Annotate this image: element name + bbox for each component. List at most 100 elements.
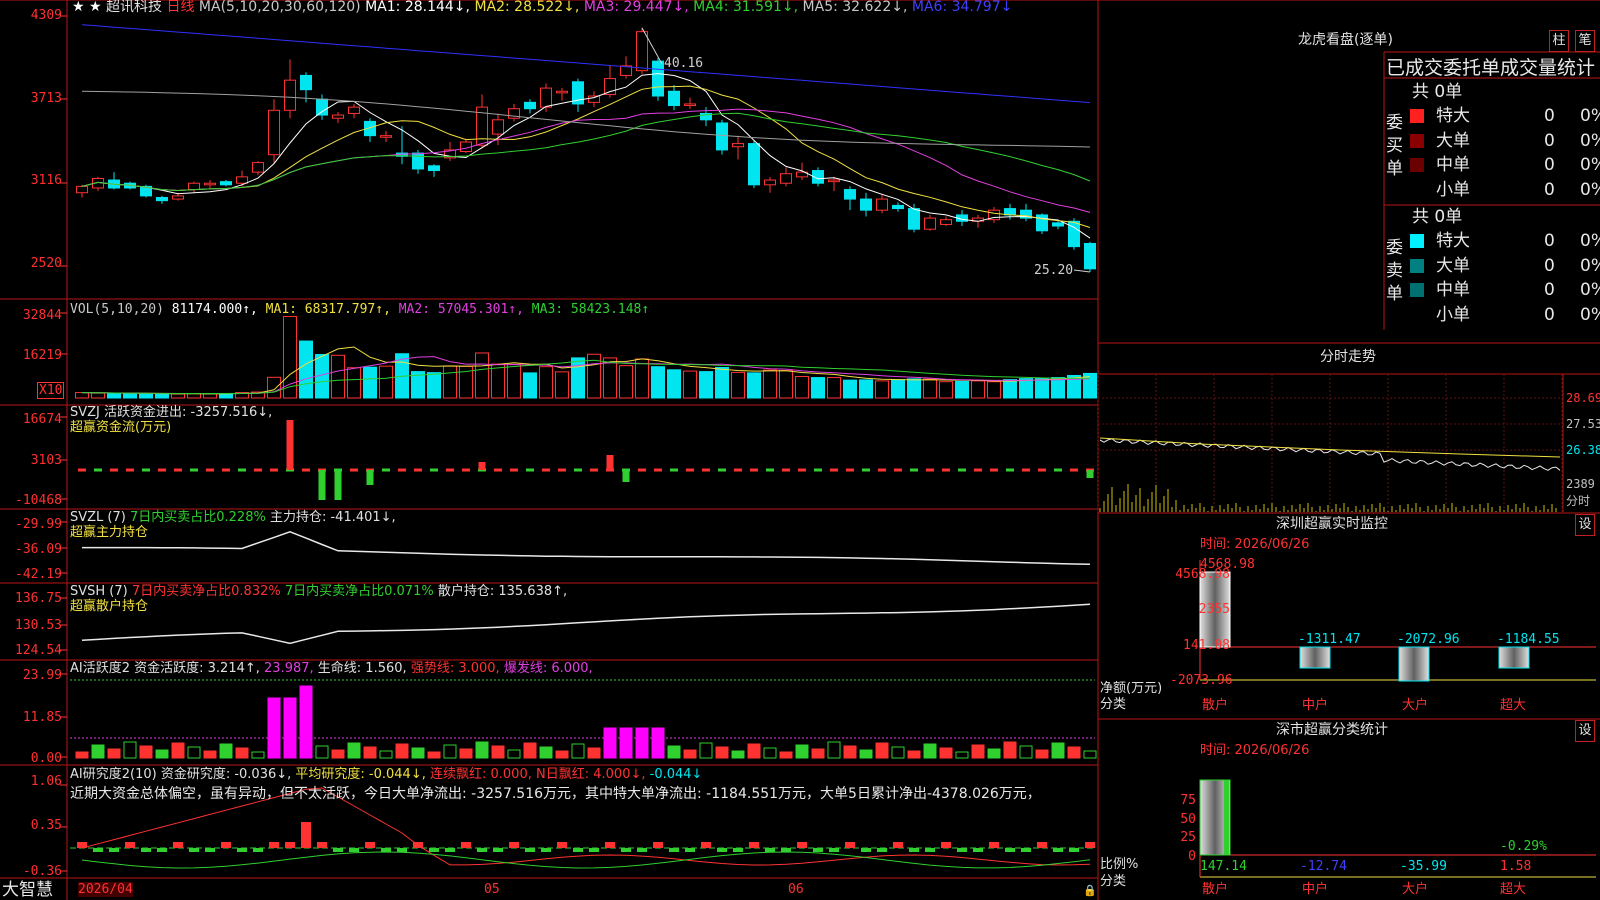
research-bar [637, 848, 647, 852]
activity-bar [171, 742, 185, 759]
activity-bar [427, 751, 441, 759]
candle-body [1036, 214, 1048, 232]
volume-bar [907, 378, 921, 399]
activity-bar [1019, 745, 1033, 759]
fs-y-label: 27.53 [1566, 417, 1600, 431]
order-type: 中单 [1436, 280, 1470, 300]
period-label[interactable]: 日线 [166, 0, 194, 15]
tab-bi[interactable]: 笔 [1575, 30, 1595, 52]
color-swatch-icon [1410, 258, 1424, 273]
ma-line [81, 73, 1091, 239]
sell-order-row: 大单 0 0% [1408, 254, 1600, 278]
sz-cat: 大户 [1402, 698, 1429, 713]
svsh-y-label: 124.54 [15, 643, 62, 658]
research-bar [669, 848, 679, 852]
volume-ma-line [81, 356, 1091, 394]
volume-bar [619, 365, 633, 399]
cls-y-label: 0 [1188, 849, 1196, 864]
fs-y-label: 26.38 [1566, 443, 1600, 457]
svsh-subtitle: 超赢散户持仓 [70, 599, 149, 614]
activity-bar [955, 751, 969, 759]
research-bar [205, 848, 215, 852]
activity-bar [443, 744, 457, 759]
sz-settings-button[interactable]: 设 [1575, 514, 1595, 536]
ma-line [81, 108, 1091, 213]
activity-bar [811, 748, 825, 759]
svzl-y-label: -36.09 [15, 542, 62, 557]
research-bar [957, 848, 967, 852]
color-swatch-icon [1410, 158, 1424, 172]
cls-extra: -0.29% [1500, 839, 1547, 854]
svzl-subtitle: 超赢主力持仓 [70, 525, 149, 540]
sz-cat: 中户 [1302, 698, 1329, 713]
research-bar [317, 842, 327, 848]
research-bar [109, 848, 119, 852]
volume-bar [715, 366, 729, 399]
sell-side-label: 委卖单 [1386, 238, 1403, 304]
buy-order-row: 小单 0 0% [1408, 178, 1600, 202]
tab-zhu[interactable]: 柱 [1549, 30, 1569, 52]
vol-unit-badge[interactable]: X10 [37, 382, 65, 399]
activity-bar [283, 697, 297, 759]
research-bar [653, 842, 663, 848]
activity-bar [651, 727, 665, 759]
candle-body [412, 152, 424, 170]
research-bar [397, 848, 407, 852]
cls-y-label: 75 [1180, 793, 1196, 808]
research-bar [989, 842, 999, 848]
star-icon[interactable]: ★ ★ [72, 0, 102, 15]
volume-bar [827, 377, 841, 399]
candle-body [284, 79, 296, 111]
ai2-y-label: 23.99 [22, 668, 62, 683]
vol-y-label: 32844 [22, 308, 62, 323]
activity-bar [619, 727, 633, 759]
volume-bar [267, 376, 281, 399]
candle-body [348, 106, 360, 114]
research-bar [93, 848, 103, 852]
candle-body [876, 198, 888, 211]
activity-bar [315, 745, 329, 759]
main-y-label: 4309 [30, 8, 62, 23]
activity-bar [667, 745, 681, 759]
activity-bar [635, 727, 649, 759]
lock-icon[interactable]: 🔒 [1083, 883, 1097, 898]
volume-bar [635, 358, 649, 399]
volume-bar [363, 366, 377, 399]
research-bar [445, 848, 455, 852]
ai2-y-label: 11.85 [22, 710, 62, 725]
order-count: 0 [1544, 255, 1555, 276]
research-bar [733, 848, 743, 852]
chart-canvas[interactable] [0, 0, 1600, 900]
vol-y-label: 16219 [22, 348, 62, 363]
flow-bar [318, 470, 326, 500]
order-count: 0 [1544, 280, 1555, 300]
volume-bar [523, 372, 537, 399]
activity-bar [75, 751, 89, 759]
activity-bar [395, 743, 409, 759]
buy-side-label: 委买单 [1386, 113, 1403, 179]
candle-body [764, 179, 776, 186]
activity-bar [763, 747, 777, 759]
candle-body [380, 135, 392, 138]
research-bar [829, 848, 839, 852]
cls-value: 147.14 [1200, 859, 1247, 874]
order-pct: 0% [1580, 280, 1600, 300]
candle-body [236, 176, 248, 184]
cls-y-label: 25 [1180, 830, 1196, 845]
research-bar [381, 848, 391, 852]
svzl-legend: SVZL (7) 7日内买卖占比0.228% 主力持仓: -41.401↓, [70, 510, 396, 525]
research-bar [685, 848, 695, 852]
volume-bar [107, 392, 121, 399]
buy-order-row: 特大 0 0% [1408, 104, 1600, 128]
svzj-y-label: 16674 [22, 412, 62, 427]
volume-bar [763, 369, 777, 399]
sz-y-label: 2355 [1198, 602, 1230, 617]
research-bar [1037, 842, 1047, 848]
order-type: 大单 [1436, 255, 1470, 276]
cls-settings-button[interactable]: 设 [1575, 720, 1595, 742]
volume-bar [843, 379, 857, 399]
activity-bar [1051, 742, 1065, 759]
research-bar [781, 848, 791, 852]
sz-value: -1311.47 [1298, 632, 1361, 647]
order-type: 特大 [1436, 231, 1470, 251]
